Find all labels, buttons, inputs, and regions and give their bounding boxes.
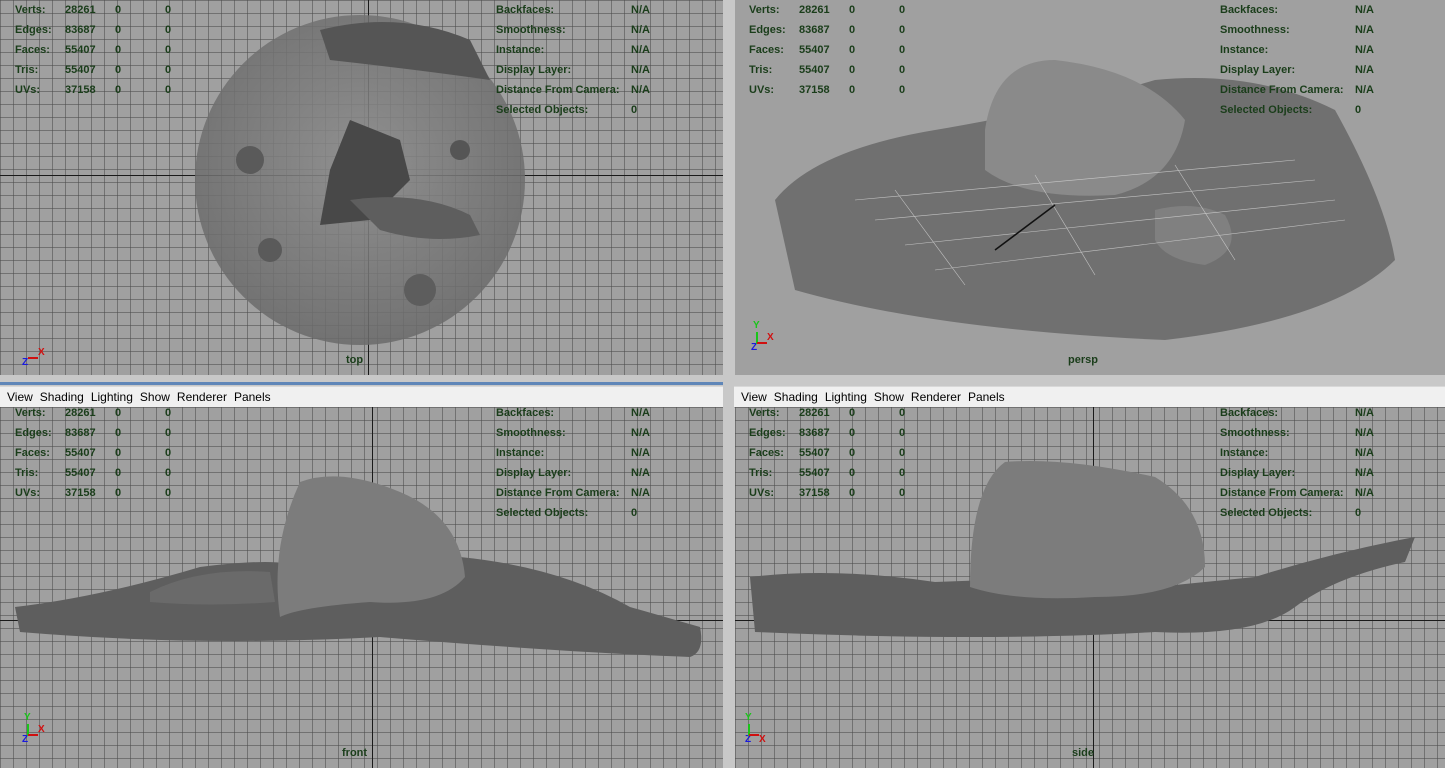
menu-view[interactable]: View [741, 390, 767, 404]
hud-poly-count: Verts: 28261 0 0 Edges: 83687 0 0 Faces: 55407 0… [749, 407, 906, 499]
axis-gizmo-icon: YXZ [22, 712, 45, 745]
menu-panels[interactable]: Panels [968, 390, 1005, 404]
menu-view[interactable]: View [7, 390, 33, 404]
menu-show[interactable]: Show [140, 390, 170, 404]
menu-renderer[interactable]: Renderer [177, 390, 227, 404]
menu-show[interactable]: Show [874, 390, 904, 404]
axis-gizmo-icon: YZX [745, 712, 766, 745]
panel-menubar: View Shading Lighting Show Renderer Pane… [0, 386, 723, 408]
menu-shading[interactable]: Shading [40, 390, 84, 404]
hud-object-details: Backfaces: N/A Smoothness: N/A Instance: N/… [496, 407, 650, 519]
viewport-divider [0, 382, 723, 385]
camera-name: persp [1068, 354, 1098, 366]
camera-name: side [1072, 747, 1095, 759]
viewport-persp[interactable]: Verts: 28261 0 0 Edges: 83687 0 0 Faces: 55407 0… [735, 0, 1445, 375]
menu-lighting[interactable]: Lighting [825, 390, 867, 404]
hud-object-details: Backfaces: N/A Smoothness: N/A Instance: N/… [1220, 4, 1374, 116]
menu-panels[interactable]: Panels [234, 390, 271, 404]
camera-name: front [342, 747, 368, 759]
hud-poly-count: Verts: 28261 0 0 Edges: 83687 0 0 Faces: 55407 0… [749, 4, 906, 96]
axis-gizmo-icon: XZ [22, 347, 45, 368]
hud-object-details: Backfaces: N/A Smoothness: N/A Instance: N/… [496, 4, 650, 116]
hud-poly-count: Verts: 28261 0 0 Edges: 83687 0 0 Faces: 55407 0… [15, 407, 172, 499]
menu-renderer[interactable]: Renderer [911, 390, 961, 404]
camera-name: top [346, 354, 364, 366]
viewport-side[interactable]: Verts: 28261 0 0 Edges: 83687 0 0 Faces: 55407 0… [735, 407, 1445, 768]
hud-object-details: Backfaces: N/A Smoothness: N/A Instance: N/… [1220, 407, 1374, 519]
viewport-top[interactable]: Verts: 28261 0 0 Edges: 83687 0 0 Faces: 55407 0… [0, 0, 723, 375]
panel-menubar: View Shading Lighting Show Renderer Pane… [734, 386, 1445, 408]
menu-lighting[interactable]: Lighting [91, 390, 133, 404]
menu-shading[interactable]: Shading [774, 390, 818, 404]
viewport-front[interactable]: Verts: 28261 0 0 Edges: 83687 0 0 Faces: 55407 0… [0, 407, 723, 768]
hud-poly-count: Verts: 28261 0 0 Edges: 83687 0 0 Faces: 55407 0… [15, 4, 172, 96]
axis-gizmo-icon: YXZ [751, 320, 774, 353]
